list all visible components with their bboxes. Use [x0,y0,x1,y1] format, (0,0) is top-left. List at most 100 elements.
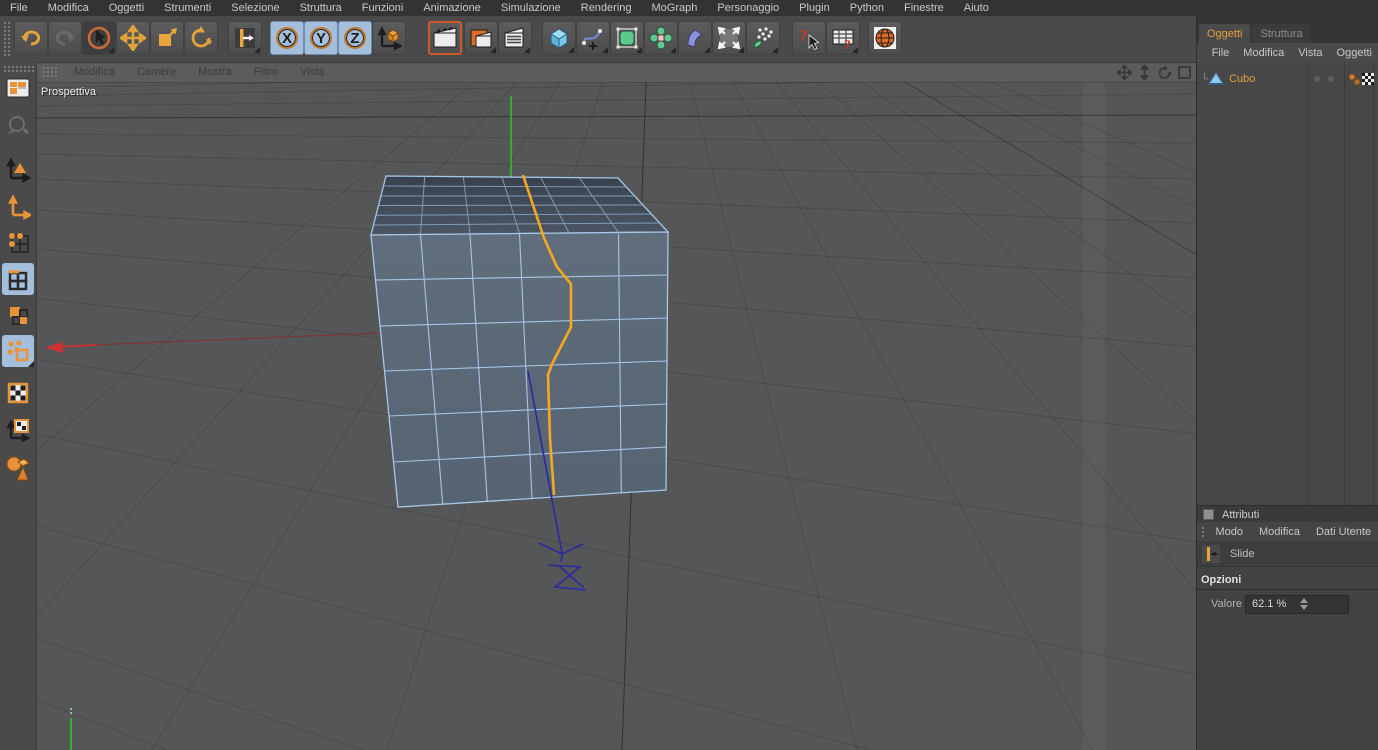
om-menu-modifica[interactable]: Modifica [1236,47,1291,59]
menu-modifica[interactable]: Modifica [38,0,99,16]
render-visibility-dot[interactable] [1328,76,1334,82]
editor-visibility-dot[interactable] [1314,76,1320,82]
render-settings-button[interactable] [498,21,532,55]
points-mode-button[interactable] [2,226,34,258]
render-picture-viewer-button[interactable] [464,21,498,55]
maximize-icon[interactable] [1176,64,1192,80]
point-selection-tag-icon[interactable] [1348,73,1361,86]
menu-oggetti[interactable]: Oggetti [99,0,154,16]
redo-button[interactable] [48,21,82,55]
object-name[interactable]: Cubo [1229,73,1255,85]
palette-grip[interactable] [2,64,34,72]
z-axis-lock-button[interactable]: Z [338,21,372,55]
live-selection-button[interactable] [82,21,116,55]
add-subdivision-surface-button[interactable] [610,21,644,55]
menu-funzioni[interactable]: Funzioni [352,0,414,16]
move-tool-button[interactable] [116,21,150,55]
viewport-grip[interactable] [41,65,59,79]
add-spline-button[interactable] [576,21,610,55]
om-menu-oggetti[interactable]: Oggetti [1330,47,1378,59]
tab-struttura[interactable]: Struttura [1252,24,1311,43]
menu-simulazione[interactable]: Simulazione [491,0,571,16]
add-environment-button[interactable] [712,21,746,55]
undo-button[interactable] [14,21,48,55]
stepper-icon[interactable] [1296,598,1348,610]
cube-object[interactable] [370,174,670,508]
viewport-menu-modifica[interactable]: Modifica [63,66,126,78]
make-editable-button[interactable] [2,72,34,104]
render-view-icon [432,25,458,51]
help-button[interactable]: ? [792,21,826,55]
dolly-icon[interactable] [1136,64,1152,80]
z-axis-icon: Z [344,27,366,49]
menu-plugin[interactable]: Plugin [789,0,840,16]
menu-mograph[interactable]: MoGraph [642,0,708,16]
texture-axis-mode-button[interactable] [2,413,34,445]
model-mode-button[interactable] [2,154,34,186]
add-generator-button[interactable] [644,21,678,55]
workplane-lock-button[interactable] [228,21,262,55]
render-view-button[interactable] [428,21,462,55]
object-manager-list[interactable]: └ Cubo [1197,62,1378,505]
tab-oggetti[interactable]: Oggetti [1199,24,1251,43]
viewport-menubar: Modifica Camere Mostra Filtro Vista [37,62,1196,83]
perspective-viewport[interactable]: Modifica Camere Mostra Filtro Vista Pros… [37,62,1196,750]
menu-finestre[interactable]: Finestre [894,0,954,16]
online-help-button[interactable] [868,21,902,55]
column-divider[interactable] [1373,62,1374,505]
rotate-tool-button[interactable] [184,21,218,55]
om-menu-file[interactable]: File [1205,47,1237,59]
main-menubar: File Modifica Oggetti Strumenti Selezion… [0,0,1378,16]
menu-personaggio[interactable]: Personaggio [707,0,789,16]
menu-selezione[interactable]: Selezione [221,0,289,16]
axis-modification-button[interactable] [2,110,34,142]
viewport-menu-filtro[interactable]: Filtro [243,66,289,78]
menu-aiuto[interactable]: Aiuto [954,0,999,16]
texture-axis-icon [5,416,31,442]
render-picture-viewer-icon [468,25,494,51]
polygons-mode-button[interactable] [2,299,34,331]
viewport-menu-camere[interactable]: Camere [126,66,187,78]
menu-struttura[interactable]: Struttura [290,0,352,16]
texture-mode-button[interactable] [2,377,34,409]
am-menu-modifica[interactable]: Modifica [1251,526,1308,538]
am-menu-dati-utente[interactable]: Dati Utente [1308,526,1378,538]
edges-mode-button[interactable] [2,263,34,295]
add-deformer-button[interactable] [678,21,712,55]
menu-strumenti[interactable]: Strumenti [154,0,221,16]
am-menu-modo[interactable]: Modo [1207,526,1251,538]
active-tool-header[interactable]: Slide [1197,541,1378,567]
x-axis-lock-button[interactable]: X [270,21,304,55]
valore-value: 62.1 % [1252,598,1287,610]
xpresso-button[interactable]: ? [826,21,860,55]
y-axis-lock-button[interactable]: Y [304,21,338,55]
column-divider[interactable] [1307,62,1308,505]
workplane-lock-icon [233,26,257,50]
pan-icon[interactable] [1116,64,1132,80]
uvw-tag-icon[interactable] [1362,73,1374,85]
om-menu-vista[interactable]: Vista [1291,47,1329,59]
valore-input[interactable]: 62.1 % [1245,594,1349,614]
menu-file[interactable]: File [0,0,38,16]
valore-label: Valore [1211,598,1242,610]
menu-animazione[interactable]: Animazione [413,0,490,16]
enable-snap-button[interactable] [2,335,34,367]
column-divider[interactable] [1344,62,1345,505]
add-particles-button[interactable] [746,21,780,55]
viewport-canvas[interactable] [37,82,1196,750]
add-cube-button[interactable] [542,21,576,55]
attribute-manager-grip[interactable] [1200,525,1205,538]
object-manager-grip[interactable] [1200,46,1202,59]
menu-python[interactable]: Python [840,0,894,16]
viewport-solo-button[interactable] [2,452,34,484]
toolbar-grip[interactable] [2,20,12,58]
viewport-menu-mostra[interactable]: Mostra [187,66,243,78]
coordinate-system-button[interactable] [372,21,406,55]
scale-tool-button[interactable] [150,21,184,55]
section-header-opzioni[interactable]: Opzioni [1197,574,1378,590]
viewport-menu-vista[interactable]: Vista [289,66,335,78]
orbit-icon[interactable] [1156,64,1172,80]
camera-label[interactable]: Prospettiva [41,86,96,98]
object-axis-mode-button[interactable] [2,192,34,224]
menu-rendering[interactable]: Rendering [571,0,642,16]
